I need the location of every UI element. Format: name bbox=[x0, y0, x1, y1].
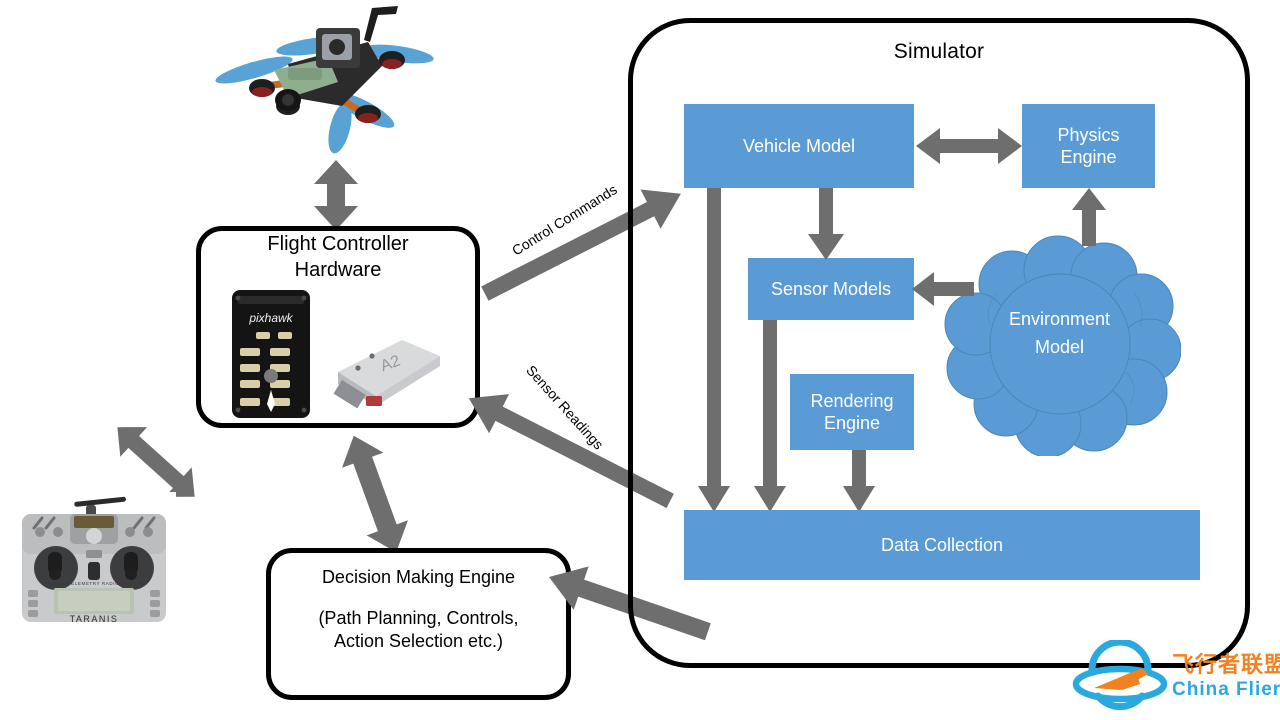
physics-engine-block[interactable]: Physics Engine bbox=[1022, 104, 1155, 188]
pixhawk-and-a2-photo: pixhawk A2 bbox=[226, 286, 450, 422]
arrow-drone-flight-controller bbox=[312, 160, 360, 230]
rendering-engine-line1: Rendering bbox=[810, 390, 894, 411]
flight-controller-hardware-title: Flight Controller Hardware bbox=[196, 231, 480, 283]
physics-engine-line1: Physics bbox=[1057, 124, 1120, 145]
logo-en-text: China Flier bbox=[1172, 679, 1280, 700]
physics-engine-label: Physics Engine bbox=[1057, 124, 1119, 169]
svg-text:pixhawk: pixhawk bbox=[248, 311, 293, 325]
arrow-vehicle-physics bbox=[916, 126, 1022, 166]
environment-model-line1: Environment bbox=[1008, 309, 1111, 329]
arrow-sensor-models-data-collection bbox=[754, 320, 786, 512]
china-flier-watermark: 飞行者联盟 China Flier bbox=[1072, 640, 1280, 716]
data-collection-block[interactable]: Data Collection bbox=[684, 510, 1200, 580]
fch-title-line2: Hardware bbox=[294, 259, 382, 281]
dme-line2: (Path Planning, Controls, bbox=[318, 608, 519, 629]
logo-orbit-icon bbox=[1072, 640, 1168, 711]
dme-spacer bbox=[266, 589, 571, 607]
quadcopter-photo bbox=[192, 2, 448, 158]
dme-line3: Action Selection etc.) bbox=[333, 631, 504, 652]
svg-text:DIGITAL TELEMETRY RADIO SYSTEM: DIGITAL TELEMETRY RADIO SYSTEM bbox=[45, 581, 143, 586]
diagram-canvas: Flight Controller Hardware pixhawk A2 DI… bbox=[0, 0, 1280, 720]
environment-model-label: Environment Model bbox=[938, 306, 1181, 362]
vehicle-model-label: Vehicle Model bbox=[742, 135, 856, 156]
arrow-environment-physics bbox=[1072, 188, 1106, 246]
arrow-flight-controller-decision-engine bbox=[320, 424, 430, 564]
environment-model-line2: Model bbox=[1034, 336, 1085, 357]
arrow-vehicle-sensor-models bbox=[808, 188, 844, 260]
physics-engine-line2: Engine bbox=[1060, 147, 1117, 167]
arrow-rendering-data-collection bbox=[843, 450, 875, 512]
rendering-engine-block[interactable]: Rendering Engine bbox=[790, 374, 914, 450]
transmitter-brand-text: TARANIS bbox=[70, 614, 119, 624]
arrow-vehicle-data-collection bbox=[698, 188, 730, 512]
rendering-engine-label: Rendering Engine bbox=[810, 390, 893, 435]
arrow-environment-sensor-models bbox=[912, 272, 974, 306]
logo-cn-text: 飞行者联盟 bbox=[1172, 652, 1280, 677]
vehicle-model-block[interactable]: Vehicle Model bbox=[684, 104, 914, 188]
rc-transmitter-photo: DIGITAL TELEMETRY RADIO SYSTEM TARANIS bbox=[12, 492, 176, 626]
rendering-engine-line2: Engine bbox=[823, 413, 881, 433]
data-collection-label: Data Collection bbox=[880, 534, 1004, 555]
sensor-models-label: Sensor Models bbox=[770, 278, 892, 299]
sensor-models-block[interactable]: Sensor Models bbox=[748, 258, 914, 320]
simulator-title: Simulator bbox=[893, 40, 985, 63]
fch-title-line1: Flight Controller bbox=[267, 233, 409, 255]
